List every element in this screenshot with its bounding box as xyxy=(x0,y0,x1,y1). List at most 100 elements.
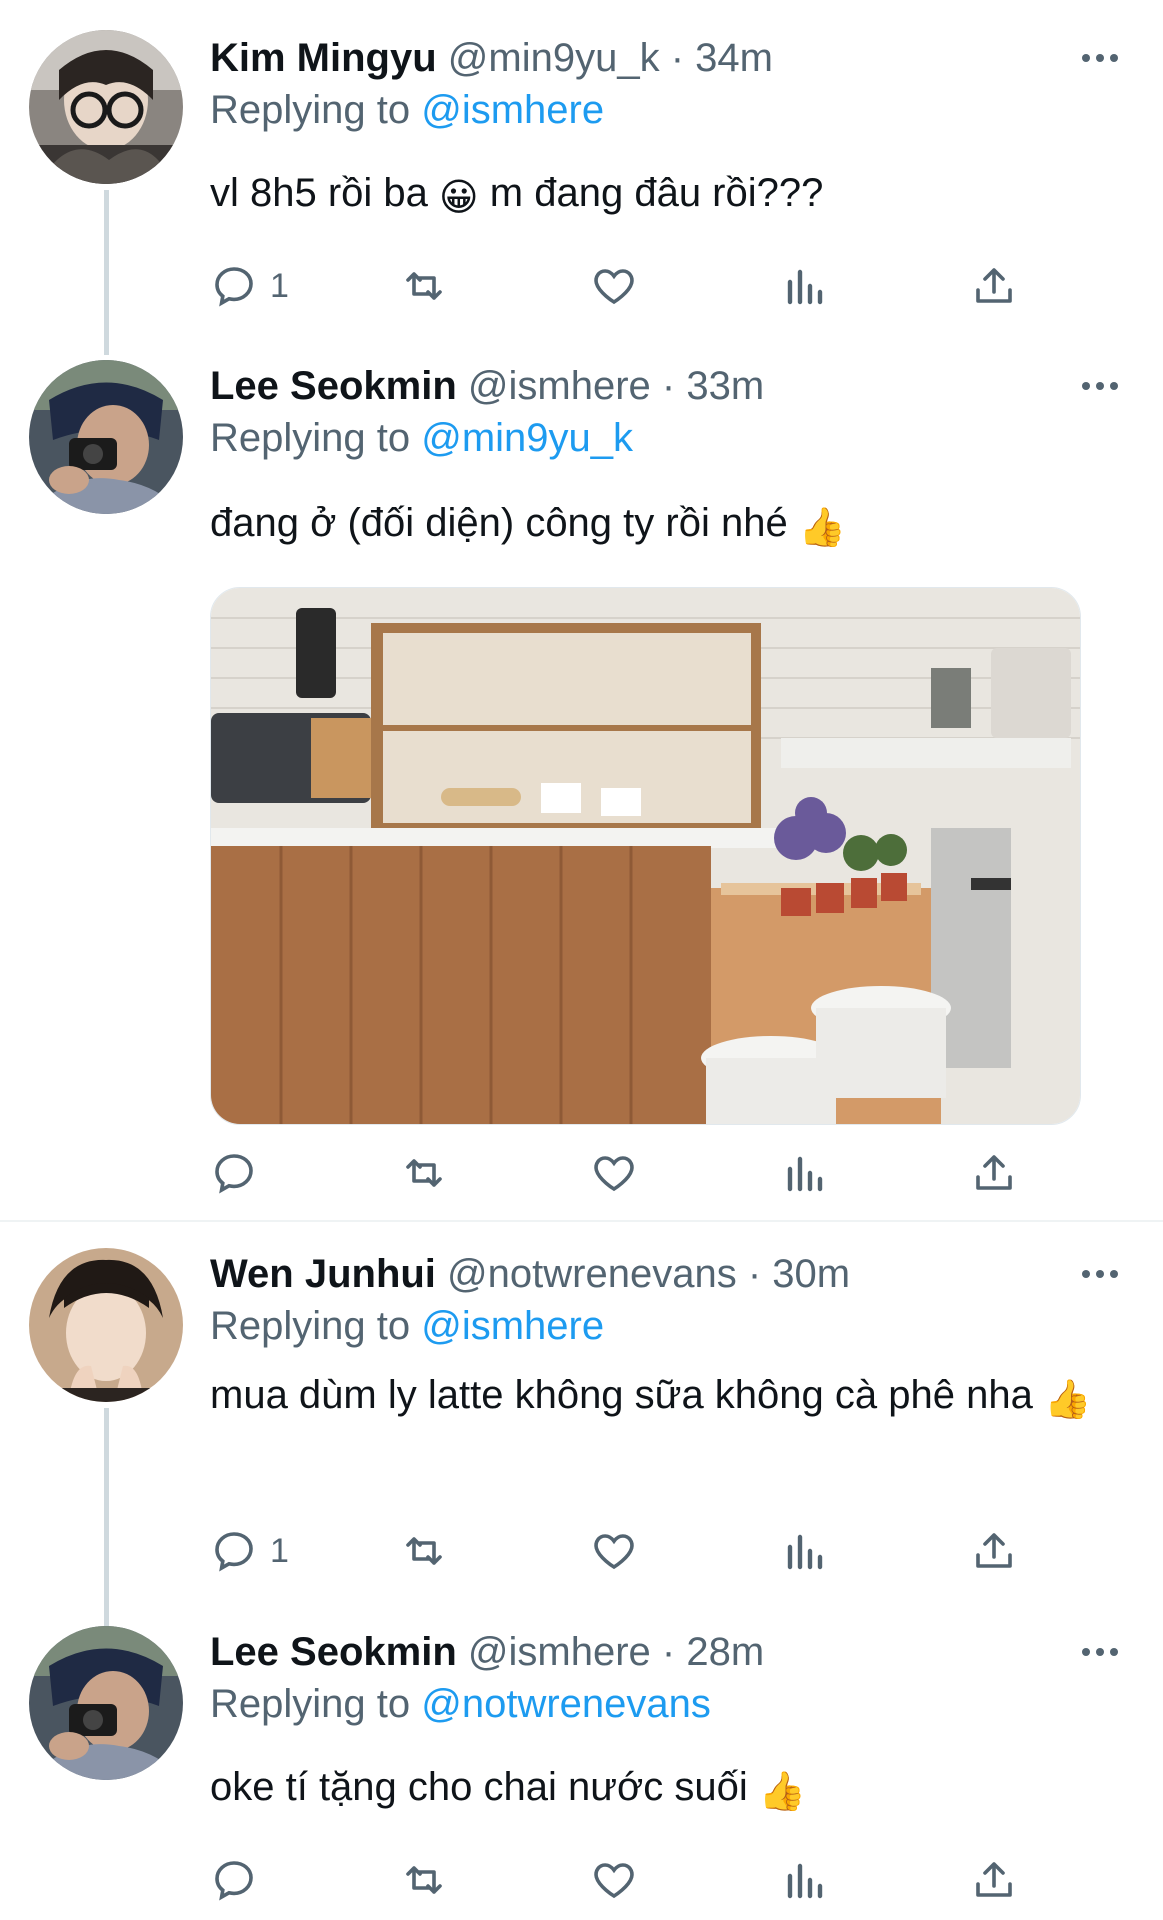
tweet-text-part: mua dùm ly latte không sữa không cà phê … xyxy=(210,1373,1033,1417)
replying-prefix: Replying to xyxy=(210,88,422,132)
separator-dot: · xyxy=(747,1252,762,1296)
heart-icon xyxy=(594,269,634,305)
tweet-header: Lee Seokmin @ismhere · 28m xyxy=(210,1628,764,1676)
views-button[interactable] xyxy=(780,1145,828,1201)
heart-icon xyxy=(594,1863,634,1899)
more-options-icon[interactable] xyxy=(1080,1264,1120,1284)
share-button[interactable] xyxy=(970,1523,1018,1579)
avatar[interactable] xyxy=(29,1626,183,1780)
replying-to: Replying to @ismhere xyxy=(210,1302,604,1350)
reply-icon xyxy=(215,1154,253,1194)
user-handle[interactable]: @notwrenevans xyxy=(447,1252,737,1296)
timestamp[interactable]: 30m xyxy=(772,1252,850,1296)
replying-mention[interactable]: @ismhere xyxy=(421,88,604,132)
tweet-header: Kim Mingyu @min9yu_k · 34m xyxy=(210,34,773,82)
views-button[interactable] xyxy=(780,258,828,314)
timestamp[interactable]: 33m xyxy=(686,364,764,408)
thread-divider xyxy=(0,1220,1163,1222)
more-options-icon[interactable] xyxy=(1080,48,1120,68)
replying-prefix: Replying to xyxy=(210,1304,422,1348)
retweet-icon xyxy=(406,1537,442,1565)
analytics-icon xyxy=(787,269,823,305)
heart-icon xyxy=(594,1534,634,1570)
analytics-icon xyxy=(787,1156,823,1192)
like-button[interactable] xyxy=(590,1523,638,1579)
retweet-icon xyxy=(406,1866,442,1894)
separator-dot: · xyxy=(661,1630,676,1674)
share-button[interactable] xyxy=(970,258,1018,314)
replying-mention[interactable]: @notwrenevans xyxy=(421,1682,711,1726)
reply-icon xyxy=(215,1861,253,1901)
reply-count: 1 xyxy=(270,1531,289,1570)
views-button[interactable] xyxy=(780,1523,828,1579)
avatar[interactable] xyxy=(29,30,183,184)
thumbs-up-icon: 👍 xyxy=(758,1771,807,1813)
user-handle[interactable]: @min9yu_k xyxy=(448,36,660,80)
timestamp[interactable]: 34m xyxy=(695,36,773,80)
like-button[interactable] xyxy=(590,1145,638,1201)
tweet-text: mua dùm ly latte không sữa không cà phê … xyxy=(210,1362,1120,1433)
tweet-header: Lee Seokmin @ismhere · 33m xyxy=(210,362,764,410)
reply-button[interactable] xyxy=(210,1852,270,1908)
analytics-icon xyxy=(787,1863,823,1899)
action-bar xyxy=(210,1852,1030,1908)
tweet-text: đang ở (đối diện) công ty rồi nhé 👍 xyxy=(210,490,1130,561)
share-icon xyxy=(976,268,1012,303)
thumbs-up-icon: 👍 xyxy=(1043,1379,1092,1421)
share-icon xyxy=(976,1533,1012,1568)
views-button[interactable] xyxy=(780,1852,828,1908)
tweet-text-part: oke tí tặng cho chai nước suối xyxy=(210,1765,748,1809)
display-name[interactable]: Wen Junhui xyxy=(210,1252,436,1296)
display-name[interactable]: Kim Mingyu xyxy=(210,36,437,80)
replying-mention[interactable]: @ismhere xyxy=(421,1304,604,1348)
action-bar: 1 xyxy=(210,1523,1030,1579)
reply-icon xyxy=(215,1532,253,1572)
replying-to: Replying to @ismhere xyxy=(210,86,604,134)
share-icon xyxy=(976,1155,1012,1190)
like-button[interactable] xyxy=(590,258,638,314)
separator-dot: · xyxy=(661,364,676,408)
retweet-icon xyxy=(406,272,442,300)
reply-count: 1 xyxy=(270,266,289,305)
more-options-icon[interactable] xyxy=(1080,1642,1120,1662)
like-button[interactable] xyxy=(590,1852,638,1908)
tweet-header: Wen Junhui @notwrenevans · 30m xyxy=(210,1250,850,1298)
tweet-text: oke tí tặng cho chai nước suối 👍 xyxy=(210,1754,1130,1825)
tweet-text-part: vl 8h5 rồi ba xyxy=(210,171,428,215)
action-bar: 1 xyxy=(210,258,1030,314)
replying-mention[interactable]: @min9yu_k xyxy=(421,416,633,460)
tweet-text: vl 8h5 rồi ba 😀 m đang đâu rồi??? xyxy=(210,160,1130,231)
grinning-face-icon: 😀 xyxy=(439,177,479,219)
reply-button[interactable] xyxy=(210,1145,270,1201)
thread-line xyxy=(104,190,109,355)
retweet-button[interactable] xyxy=(400,258,448,314)
display-name[interactable]: Lee Seokmin xyxy=(210,364,457,408)
user-handle[interactable]: @ismhere xyxy=(468,1630,651,1674)
tweet-text-part: đang ở (đối diện) công ty rồi nhé xyxy=(210,501,788,545)
retweet-button[interactable] xyxy=(400,1145,448,1201)
thumbs-up-icon: 👍 xyxy=(798,507,847,549)
separator-dot: · xyxy=(670,36,685,80)
replying-prefix: Replying to xyxy=(210,1682,422,1726)
tweet-text-part: m đang đâu rồi??? xyxy=(489,171,824,215)
avatar[interactable] xyxy=(29,360,183,514)
thread-line xyxy=(104,1408,109,1626)
share-button[interactable] xyxy=(970,1852,1018,1908)
user-handle[interactable]: @ismhere xyxy=(468,364,651,408)
avatar[interactable] xyxy=(29,1248,183,1402)
retweet-button[interactable] xyxy=(400,1852,448,1908)
tweet-media-image[interactable] xyxy=(210,587,1081,1125)
share-button[interactable] xyxy=(970,1145,1018,1201)
cafe-counter-photo xyxy=(211,588,1080,1124)
timestamp[interactable]: 28m xyxy=(686,1630,764,1674)
replying-to: Replying to @min9yu_k xyxy=(210,414,633,462)
reply-button[interactable]: 1 xyxy=(210,258,289,314)
share-icon xyxy=(976,1862,1012,1897)
more-options-icon[interactable] xyxy=(1080,376,1120,396)
display-name[interactable]: Lee Seokmin xyxy=(210,1630,457,1674)
retweet-button[interactable] xyxy=(400,1523,448,1579)
retweet-icon xyxy=(406,1159,442,1187)
replying-prefix: Replying to xyxy=(210,416,422,460)
reply-button[interactable]: 1 xyxy=(210,1523,289,1579)
replying-to: Replying to @notwrenevans xyxy=(210,1680,711,1728)
